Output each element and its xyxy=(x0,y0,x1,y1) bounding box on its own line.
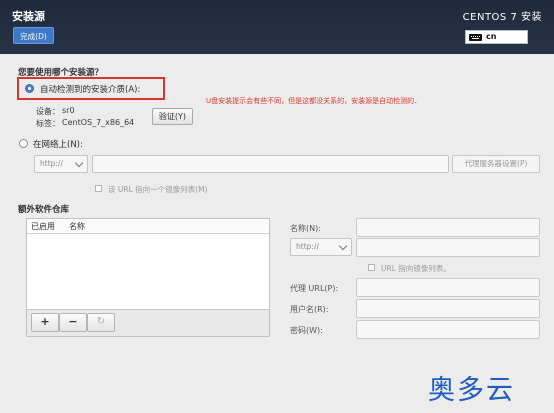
keyboard-icon xyxy=(469,34,482,41)
auto-detect-label[interactable]: 自动检测到的安装介质(A): xyxy=(40,83,140,95)
verify-button[interactable]: 验证(Y) xyxy=(152,108,193,125)
auto-detect-radio[interactable] xyxy=(25,84,34,93)
disk-label-value: CentOS_7_x86_64 xyxy=(62,118,135,127)
url-input[interactable] xyxy=(92,155,449,173)
proxy-settings-button[interactable]: 代理服务器设置(P) xyxy=(452,155,540,173)
repo-mirrorlist-checkbox[interactable] xyxy=(368,264,375,271)
proxy-url-input[interactable] xyxy=(356,278,540,297)
add-repo-button[interactable]: + xyxy=(31,313,59,332)
page-title: 安装源 xyxy=(12,10,45,23)
repo-name-label: 名称(N): xyxy=(290,224,321,233)
device-value: sr0 xyxy=(62,106,75,115)
password-input[interactable] xyxy=(356,320,540,339)
repo-name-input[interactable] xyxy=(356,218,540,237)
protocol-value: http:// xyxy=(40,159,63,168)
reset-repo-button[interactable]: ↻ xyxy=(87,313,115,332)
refresh-icon: ↻ xyxy=(96,316,106,327)
password-label: 密码(W): xyxy=(290,326,323,335)
mirrorlist-checkbox[interactable] xyxy=(95,185,102,192)
username-input[interactable] xyxy=(356,299,540,318)
chevron-down-icon xyxy=(338,241,348,251)
annotation-note: U盘安装提示会有些不同，但是这都没关系的，安装源是自动检测的． xyxy=(206,97,422,105)
column-name[interactable]: 名称 xyxy=(69,221,85,232)
disk-label-label: 标签： xyxy=(36,119,60,128)
username-label: 用户名(R): xyxy=(290,305,329,314)
column-enabled[interactable]: 已启用 xyxy=(31,221,55,232)
repo-list[interactable]: 已启用 名称 + − ↻ xyxy=(26,218,270,337)
network-radio[interactable] xyxy=(19,139,28,148)
chevron-down-icon xyxy=(74,158,84,168)
repo-protocol-select[interactable]: http:// xyxy=(290,238,352,256)
repo-url-input[interactable] xyxy=(356,238,540,257)
product-title: CENTOS 7 安装 xyxy=(462,12,542,23)
repo-protocol-value: http:// xyxy=(296,242,319,251)
network-label[interactable]: 在网络上(N): xyxy=(33,138,83,150)
device-label: 设备： xyxy=(36,107,60,116)
repo-toolbar: + − ↻ xyxy=(27,309,269,336)
proxy-url-label: 代理 URL(P): xyxy=(290,284,339,293)
repos-title: 额外软件仓库 xyxy=(18,205,70,215)
mirrorlist-label: 该 URL 指向一个镜像列表(M) xyxy=(108,185,208,194)
protocol-select[interactable]: http:// xyxy=(34,155,88,173)
remove-repo-button[interactable]: − xyxy=(59,313,87,332)
keyboard-layout-indicator[interactable]: cn xyxy=(465,30,528,44)
done-button[interactable]: 完成(D) xyxy=(13,27,54,44)
keyboard-layout-label: cn xyxy=(486,32,497,41)
watermark-logo: 奥多云 xyxy=(428,375,515,406)
repo-mirrorlist-label: URL 指向镜像列表。 xyxy=(381,264,451,273)
repo-list-header: 已启用 名称 xyxy=(27,219,269,234)
top-bar: 安装源 完成(D) CENTOS 7 安装 cn xyxy=(0,0,554,54)
